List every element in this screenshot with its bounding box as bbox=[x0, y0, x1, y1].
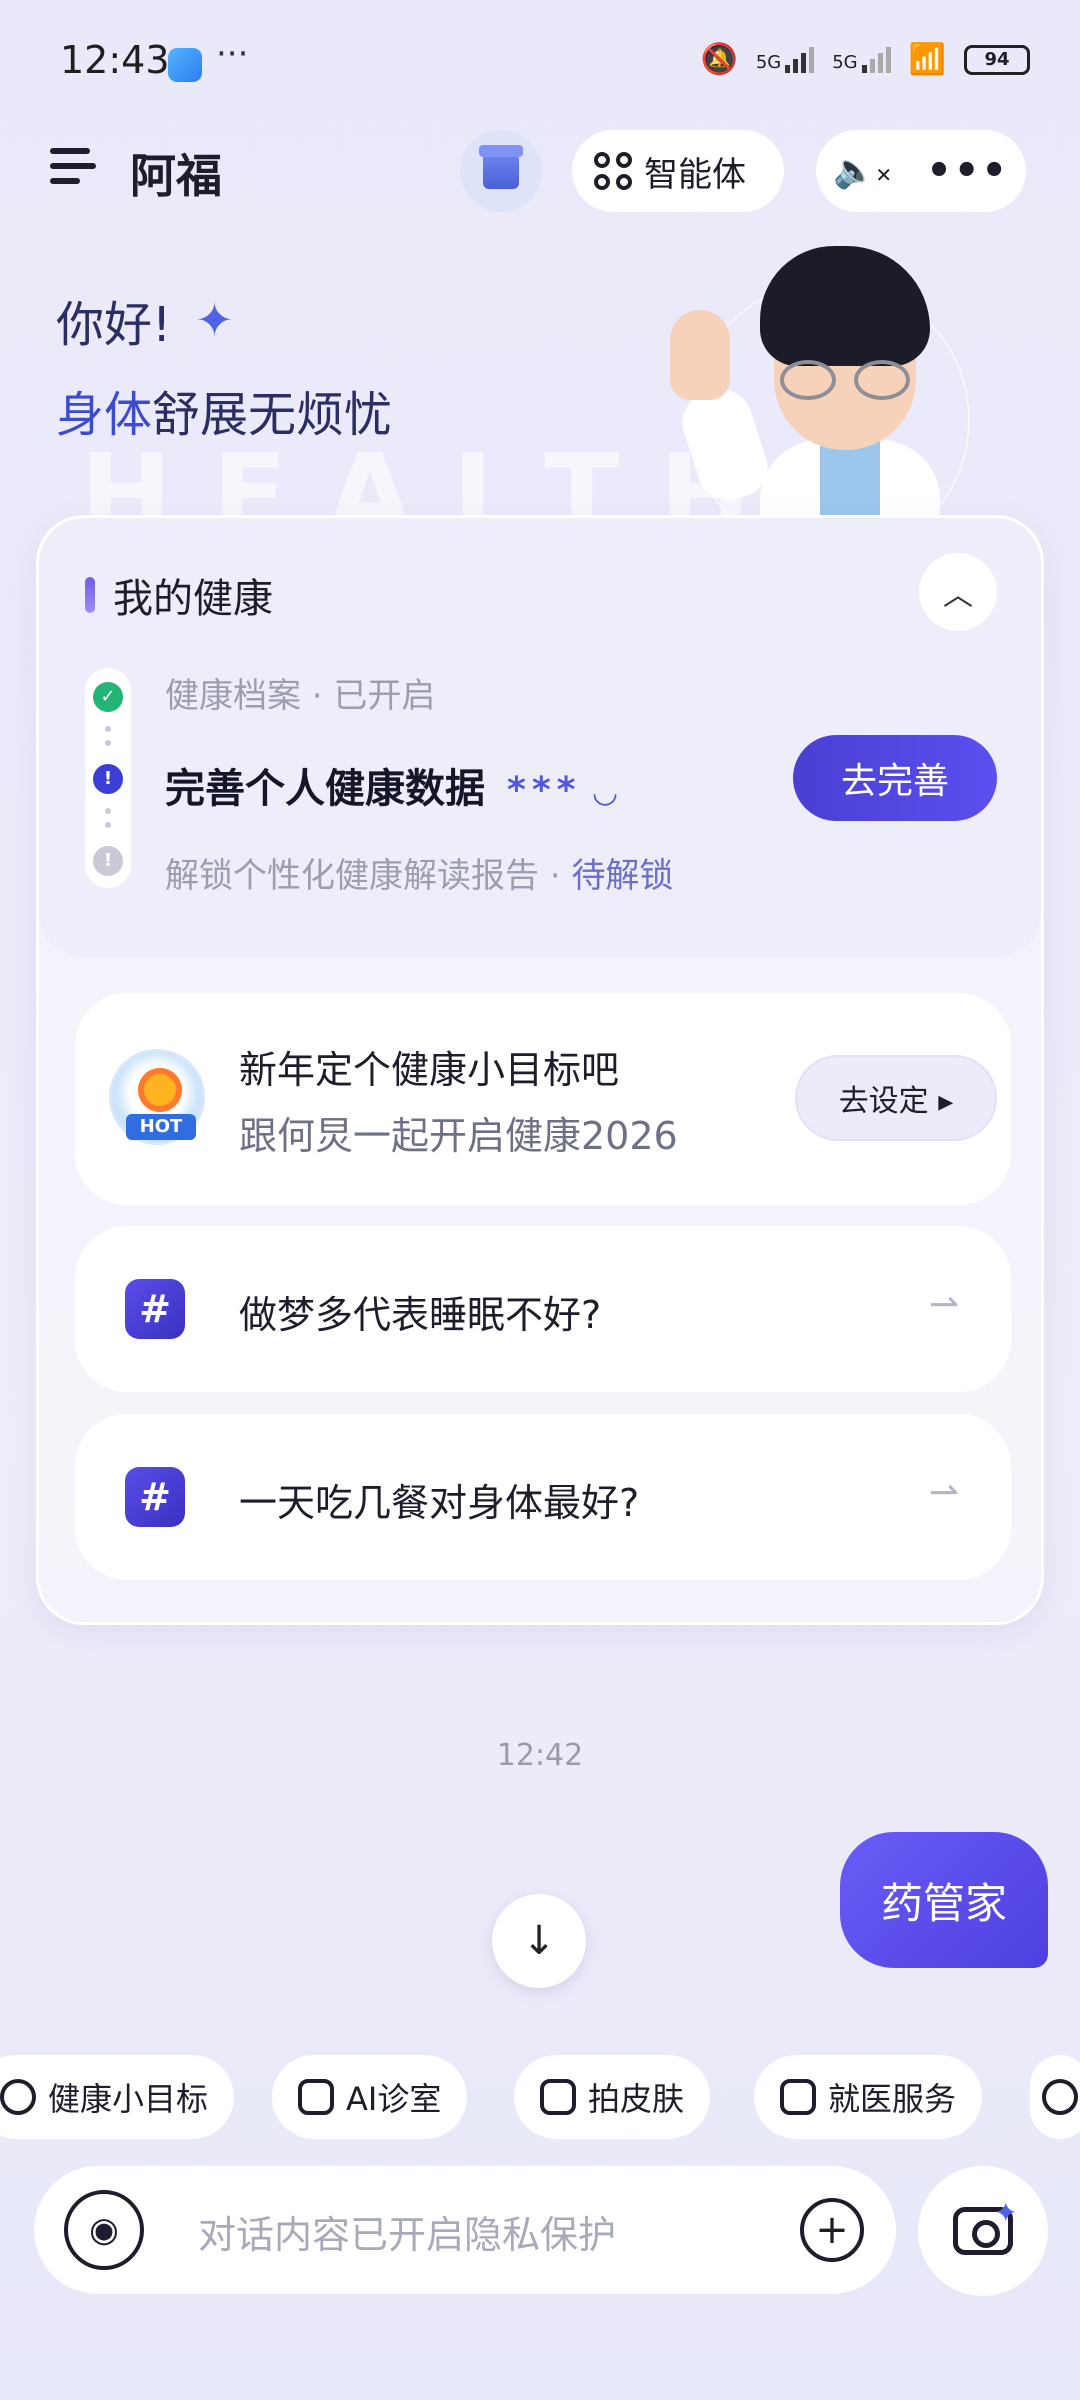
greeting: 你好! ✦ 身体舒展无烦忧 bbox=[56, 285, 392, 445]
gift-icon bbox=[479, 145, 523, 189]
chat-input-bar[interactable]: ◉ 对话内容已开启隐私保护 + bbox=[34, 2166, 896, 2294]
agent-label: 智能体 bbox=[644, 154, 746, 195]
alert-current-icon: ! bbox=[93, 764, 123, 794]
goal-title: 新年定个健康小目标吧 bbox=[239, 1048, 620, 1092]
question-card[interactable]: # 一天吃几餐对身体最好? ⇀ bbox=[75, 1414, 1011, 1580]
step-complete-data: 完善个人健康数据 *** ◡ bbox=[165, 766, 617, 812]
status-time: 12:43 bbox=[60, 38, 170, 82]
chip-ai-clinic[interactable]: AI诊室 bbox=[272, 2055, 468, 2139]
gift-button[interactable] bbox=[460, 130, 542, 212]
goal-card[interactable]: HOT 新年定个健康小目标吧 跟何炅一起开启健康2026 去设定 ▸ bbox=[75, 993, 1011, 1205]
quick-action-chips: 健康小目标 AI诊室 拍皮肤 就医服务 bbox=[0, 2055, 1080, 2139]
sparkle-icon: ✦ bbox=[195, 293, 234, 347]
menu-icon[interactable] bbox=[50, 148, 96, 194]
mute-bell-icon: 🔕 bbox=[700, 42, 738, 77]
doctor-avatar bbox=[650, 240, 990, 560]
wifi-icon: 📶 bbox=[908, 42, 946, 77]
goal-subtitle: 跟何炅一起开启健康2026 bbox=[239, 1114, 678, 1158]
question-text: 一天吃几餐对身体最好? bbox=[239, 1481, 640, 1525]
speaker-mute-icon[interactable]: 🔈✕ bbox=[833, 151, 892, 191]
collapse-button[interactable]: ︿ bbox=[919, 553, 997, 631]
arrow-right-icon: ⇀ bbox=[928, 1284, 959, 1325]
step-unlock-report: 解锁个性化健康解读报告 · 待解锁 bbox=[165, 856, 674, 896]
health-card-title: 我的健康 bbox=[113, 576, 273, 622]
scroll-down-button[interactable]: ↓ bbox=[492, 1894, 586, 1988]
title-accent-bar bbox=[85, 577, 95, 613]
chip-more[interactable] bbox=[1030, 2055, 1080, 2139]
health-card-header: 我的健康 bbox=[85, 566, 273, 624]
status-icons: 🔕 5G 5G 📶 94 bbox=[700, 42, 1030, 77]
steps-rail: ✓ ! ! bbox=[85, 668, 131, 888]
app-title: 阿福 bbox=[130, 149, 222, 203]
question-card[interactable]: # 做梦多代表睡眠不好? ⇀ bbox=[75, 1226, 1011, 1392]
eye-closed-icon[interactable]: ◡ bbox=[593, 775, 616, 810]
plus-icon: + bbox=[815, 2207, 849, 2253]
health-progress-panel: 我的健康 ︿ ✓ ! ! 健康档案 · 已开启 完善个人健康数据 *** ◡ 解锁个… bbox=[39, 518, 1041, 958]
status-bar: 12:43 ··· 🔕 5G 5G 📶 94 bbox=[0, 0, 1080, 130]
hot-flower-icon: HOT bbox=[109, 1049, 205, 1145]
voice-wave-icon: ◉ bbox=[89, 2210, 119, 2250]
greeting-hi: 你好! ✦ bbox=[56, 293, 234, 353]
check-shield-icon: ✓ bbox=[93, 682, 123, 712]
camera-button[interactable]: ✦ bbox=[918, 2166, 1048, 2296]
chevron-up-icon: ︿ bbox=[943, 578, 973, 613]
add-attachment-button[interactable]: + bbox=[800, 2198, 864, 2262]
chip-skin-photo[interactable]: 拍皮肤 bbox=[514, 2055, 711, 2139]
alert-locked-icon: ! bbox=[93, 846, 123, 876]
sparkle-icon: ✦ bbox=[994, 2196, 1018, 2229]
hashtag-icon: # bbox=[125, 1279, 185, 1339]
user-message-bubble[interactable]: 药管家 bbox=[840, 1832, 1048, 1968]
chat-plus-icon bbox=[298, 2079, 334, 2115]
camera-icon bbox=[540, 2079, 576, 2115]
arrow-down-icon: ↓ bbox=[522, 1918, 556, 1964]
signal-icon-2: 5G bbox=[832, 46, 891, 73]
header-actions: 🔈✕ ••• bbox=[816, 130, 1026, 212]
hospital-icon bbox=[780, 2079, 816, 2115]
chip-medical-service[interactable]: 就医服务 bbox=[754, 2055, 983, 2139]
more-options-icon[interactable]: ••• bbox=[926, 148, 1009, 194]
greeting-slogan: 身体舒展无烦忧 bbox=[56, 387, 393, 443]
target-icon bbox=[0, 2079, 36, 2115]
chat-input-placeholder[interactable]: 对话内容已开启隐私保护 bbox=[198, 2204, 616, 2259]
complete-button[interactable]: 去完善 bbox=[793, 735, 997, 821]
masked-value: *** bbox=[507, 770, 582, 811]
agent-grid-icon bbox=[594, 152, 632, 190]
notification-app-icon bbox=[168, 48, 202, 82]
gauge-icon bbox=[1042, 2079, 1078, 2115]
voice-input-button[interactable]: ◉ bbox=[64, 2190, 144, 2270]
set-goal-button[interactable]: 去设定 ▸ bbox=[795, 1055, 997, 1141]
question-text: 做梦多代表睡眠不好? bbox=[239, 1293, 602, 1337]
battery-icon: 94 bbox=[964, 44, 1030, 75]
more-notifications-icon: ··· bbox=[216, 34, 249, 74]
message-timestamp: 12:42 bbox=[496, 1738, 584, 1773]
hashtag-icon: # bbox=[125, 1467, 185, 1527]
arrow-right-icon: ⇀ bbox=[928, 1472, 959, 1513]
chip-health-goal[interactable]: 健康小目标 bbox=[0, 2055, 235, 2139]
app-header: 阿福 智能体 🔈✕ ••• bbox=[0, 130, 1080, 250]
agent-button[interactable]: 智能体 bbox=[572, 130, 784, 212]
signal-icon: 5G bbox=[756, 46, 815, 73]
step-health-record: 健康档案 · 已开启 bbox=[165, 676, 436, 716]
my-health-card: 我的健康 ︿ ✓ ! ! 健康档案 · 已开启 完善个人健康数据 *** ◡ 解锁个… bbox=[36, 515, 1044, 1625]
